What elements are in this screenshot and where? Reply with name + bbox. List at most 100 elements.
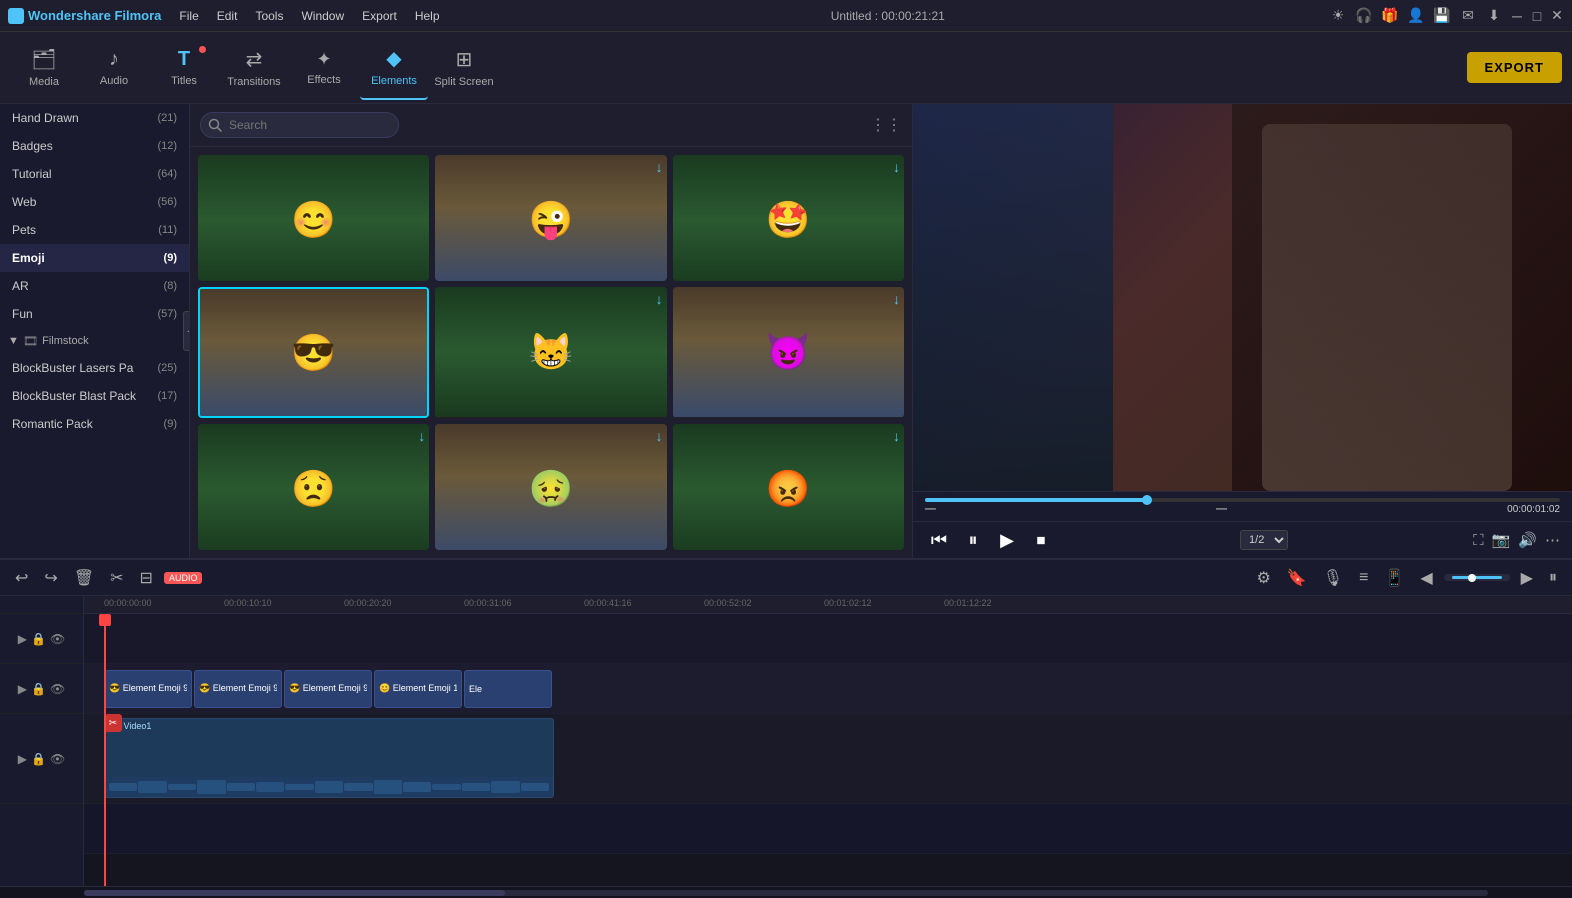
download-icon[interactable]: ⬇ [1484, 6, 1504, 26]
element-emoji-6-thumb[interactable]: 🤩 ↓ Element Emoji 6 [673, 155, 904, 281]
time-tick-3: 00:00:31:06 [464, 596, 512, 608]
emoji-clip-2[interactable]: 😎 Element Emoji 9 [194, 670, 282, 708]
emoji-display: 😸 [529, 331, 574, 373]
thumb-image: 😊 [198, 155, 429, 281]
export-button[interactable]: EXPORT [1467, 52, 1562, 83]
tl-mic-icon[interactable]: 🎙 [1318, 565, 1348, 591]
rewind-button[interactable]: ⏮ [925, 526, 953, 554]
element-emoji-8-thumb[interactable]: 😜 ↓ Element Emoji 8 [435, 155, 666, 281]
preview-screen-icon[interactable]: ⛶ [1473, 532, 1484, 549]
delete-button[interactable]: 🗑 [69, 565, 99, 591]
emoji-clip-4[interactable]: 😊 Element Emoji 1 [374, 670, 462, 708]
search-input[interactable] [200, 112, 399, 138]
headset-icon[interactable]: 🎧 [1354, 6, 1374, 26]
track-eye-icon-2[interactable]: 👁 [50, 682, 65, 696]
track-lock-icon-2[interactable]: 🔒 [31, 682, 46, 696]
split-screen-button[interactable]: ⊞ Split Screen [430, 36, 498, 100]
preview-camera-icon[interactable]: 📷 [1492, 531, 1511, 549]
category-pets[interactable]: Pets (11) [0, 216, 189, 244]
category-badges[interactable]: Badges (12) [0, 132, 189, 160]
elements-button[interactable]: ◆ Elements [360, 36, 428, 100]
adjust-button[interactable]: ⊟ [135, 565, 158, 591]
preview-more-icon[interactable]: ⋯ [1545, 531, 1560, 549]
category-hand-drawn[interactable]: Hand Drawn (21) [0, 104, 189, 132]
element-emoji-9-thumb[interactable]: 😎 Element Emoji 9 [198, 287, 429, 417]
menu-window[interactable]: Window [293, 7, 352, 25]
grid-options-icon[interactable]: ⋮⋮ [870, 115, 902, 135]
track-lock-icon-3[interactable]: 🔒 [31, 752, 46, 766]
ratio-select[interactable]: 1/2 1/1 Full [1240, 530, 1288, 550]
menu-help[interactable]: Help [407, 7, 448, 25]
category-badges-label: Badges [12, 139, 53, 153]
media-button[interactable]: 🗂 Media [10, 36, 78, 100]
maximize-button[interactable]: □ [1530, 9, 1544, 23]
titles-button[interactable]: T Titles [150, 36, 218, 100]
mail-icon[interactable]: ✉ [1458, 6, 1478, 26]
emoji-display: 🤩 [766, 199, 811, 241]
category-tutorial[interactable]: Tutorial (64) [0, 160, 189, 188]
tl-phone-icon[interactable]: 📱 [1379, 565, 1409, 591]
timeline-right-tools: ⚙ 🔖 🎙 ≡ 📱 ◀ ▶ ⏸ [1252, 565, 1562, 591]
tl-pause-icon[interactable]: ⏸ [1544, 566, 1562, 590]
menu-export[interactable]: Export [354, 7, 405, 25]
tl-settings-icon[interactable]: ⚙ [1252, 565, 1276, 591]
preview-progress-bar[interactable] [925, 498, 1560, 502]
category-fun[interactable]: Fun (57) [0, 300, 189, 328]
menu-tools[interactable]: Tools [247, 7, 291, 25]
close-button[interactable]: ✕ [1550, 9, 1564, 23]
split-screen-label: Split Screen [434, 76, 493, 88]
tl-speed-down-icon[interactable]: ◀ [1415, 565, 1437, 591]
element-emoji-5-thumb[interactable]: 😈 ↓ Element Emoji 5 [673, 287, 904, 417]
category-ar[interactable]: AR (8) [0, 272, 189, 300]
time-tick-2: 00:00:20:20 [344, 596, 392, 608]
transitions-button[interactable]: ⇄ Transitions [220, 36, 288, 100]
tl-speed-up-icon[interactable]: ▶ [1516, 565, 1538, 591]
tl-clip-icon[interactable]: 🔖 [1282, 565, 1312, 591]
category-emoji[interactable]: Emoji (9) [0, 244, 189, 272]
track-lock-icon[interactable]: 🔒 [31, 632, 46, 646]
playhead[interactable] [104, 614, 106, 886]
download-icon: ↓ [893, 291, 900, 307]
emoji-clip-5[interactable]: Ele [464, 670, 552, 708]
video-clip-1[interactable]: My Video1 [104, 718, 554, 798]
menu-file[interactable]: File [171, 7, 206, 25]
cut-button[interactable]: ✂ [105, 565, 128, 591]
element-emoji-2-thumb[interactable]: 🤢 ↓ Element Emoji 2 [435, 424, 666, 550]
element-emoji-4-thumb[interactable]: 😸 ↓ Element Emoji 4 [435, 287, 666, 417]
element-emoji-3-thumb[interactable]: 😟 ↓ Element Emoji 3 [198, 424, 429, 550]
gift-icon[interactable]: 🎁 [1380, 6, 1400, 26]
split-screen-icon: ⊞ [456, 47, 473, 72]
effects-button[interactable]: ✦ Effects [290, 36, 358, 100]
redo-button[interactable]: ↪ [39, 565, 62, 591]
track-eye-icon[interactable]: 👁 [50, 632, 65, 646]
timeline-scrollbar-thumb[interactable] [84, 890, 505, 896]
category-web[interactable]: Web (56) [0, 188, 189, 216]
pause-button[interactable]: ⏸ [959, 526, 987, 554]
element-emoji-7-thumb[interactable]: 😡 ↓ Element Emoji 7 [673, 424, 904, 550]
category-romantic-pack[interactable]: Romantic Pack (9) [0, 410, 189, 438]
category-blockbuster-blast[interactable]: BlockBuster Blast Pack (17) [0, 382, 189, 410]
category-blockbuster-lasers[interactable]: BlockBuster Lasers Pa (25) [0, 354, 189, 382]
undo-button[interactable]: ↩ [10, 565, 33, 591]
progress-thumb[interactable] [1142, 495, 1152, 505]
brightness-icon[interactable]: ☀ [1328, 6, 1348, 26]
user-icon[interactable]: 👤 [1406, 6, 1426, 26]
minimize-button[interactable]: ─ [1510, 9, 1524, 23]
emoji-clip-3[interactable]: 😎 Element Emoji 9 [284, 670, 372, 708]
timeline-scrollbar[interactable] [84, 890, 1488, 896]
element-emoji-1-thumb[interactable]: 😊 Element Emoji 1 [198, 155, 429, 281]
audio-button[interactable]: ♪ Audio [80, 36, 148, 100]
play-button[interactable]: ▶ [993, 526, 1021, 554]
emoji-clip-1[interactable]: 😎 Element Emoji 9 [104, 670, 192, 708]
waveform-bar [109, 783, 137, 791]
playback-buttons: ⏮ ⏸ ▶ ⏹ [925, 526, 1055, 554]
save-icon[interactable]: 💾 [1432, 6, 1452, 26]
filmstock-group-header[interactable]: ▼ 🎞 Filmstock [0, 328, 189, 354]
menu-edit[interactable]: Edit [209, 7, 246, 25]
panel-collapse-button[interactable]: ◀ [183, 311, 190, 351]
track-eye-icon-3[interactable]: 👁 [50, 752, 65, 766]
tl-list-icon[interactable]: ≡ [1354, 566, 1373, 590]
stop-button[interactable]: ⏹ [1027, 526, 1055, 554]
tl-zoom-slider[interactable] [1452, 576, 1502, 579]
preview-volume-icon[interactable]: 🔊 [1518, 531, 1537, 549]
